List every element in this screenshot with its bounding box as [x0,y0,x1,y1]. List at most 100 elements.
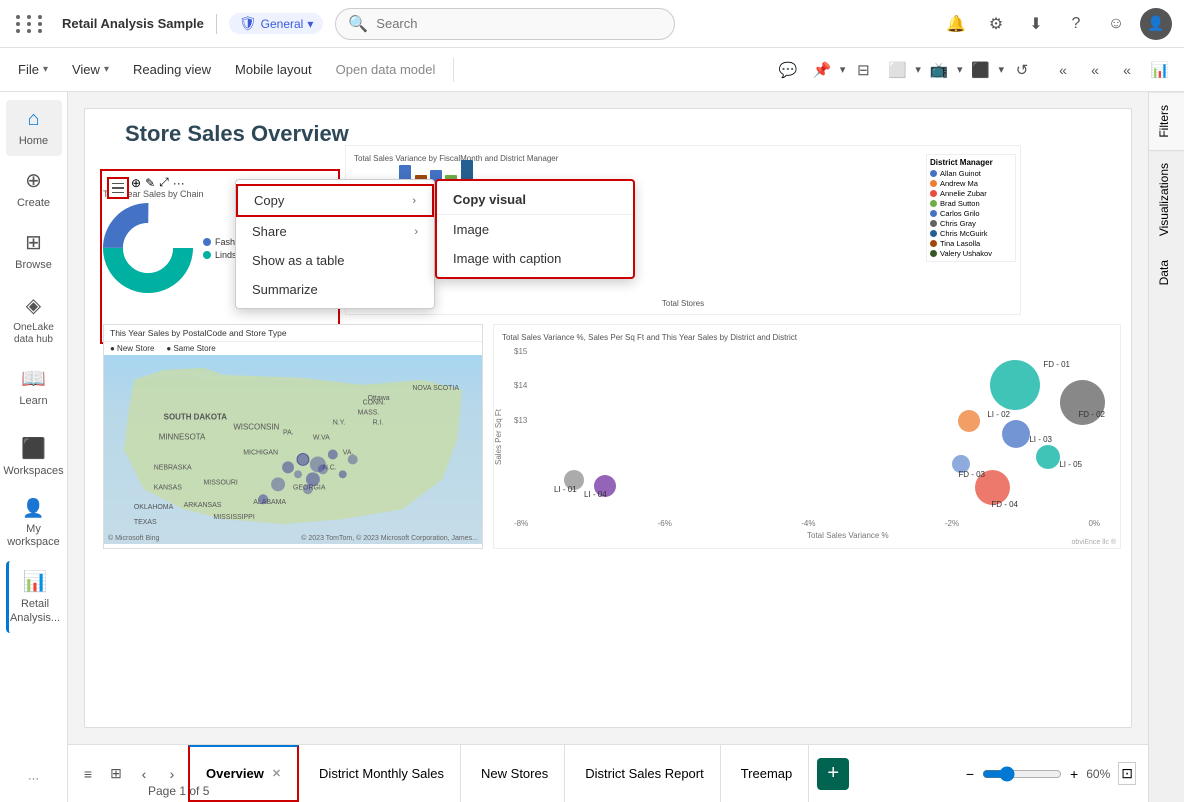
layout-icon[interactable]: ⬛ [964,54,996,86]
variance-legend: District Manager Allan Guinot Andrew Ma … [926,154,1016,262]
zoom-level-label: 60% [1086,767,1110,781]
sidebar-item-workspaces[interactable]: ⬛ Workspaces [6,428,62,486]
svg-text:KANSAS: KANSAS [154,484,183,491]
sidebar-item-myworkspace[interactable]: 👤 My workspace [6,490,62,557]
sidebar-item-learn[interactable]: 📖 Learn [6,358,62,416]
tab-treemap[interactable]: Treemap [725,745,810,802]
next-page-button[interactable]: › [160,762,184,786]
submenu-image-caption[interactable]: Image with caption [437,244,633,273]
view-menu-button[interactable]: View ▾ [62,58,119,81]
refresh-icon[interactable]: ↺ [1006,54,1038,86]
sidebar-item-label-myworkspace: My workspace [7,523,60,549]
app-launcher-icon[interactable] [12,11,50,37]
help-icon[interactable]: ? [1060,8,1092,40]
myworkspace-icon: 👤 [22,498,44,519]
main-content: ⌂ Home ⊕ Create ⊞ Browse ◈ OneLake data … [0,92,1184,802]
zoom-slider[interactable] [982,766,1062,782]
submenu-image[interactable]: Image [437,215,633,244]
page-grid-icon[interactable]: ⊞ [104,762,128,786]
mobile-layout-button[interactable]: Mobile layout [225,58,322,81]
zoom-plus-icon[interactable]: + [1070,766,1078,782]
y-axis-label: Sales Per Sq Ft [494,408,503,464]
visual-format-icon[interactable]: ⊕ [131,176,141,190]
svg-text:Ottawa: Ottawa [368,395,390,402]
sidebar-item-onelake[interactable]: ◈ OneLake data hub [6,285,62,354]
tv-chevron[interactable]: ▾ [957,63,963,76]
sidebar-item-more[interactable]: ··· [6,765,62,794]
notifications-icon[interactable]: 🔔 [940,8,972,40]
report-canvas: Store Sales Overview ⊕ ✎ ⤢ ··· [84,108,1132,728]
bubble-li04-label: LI - 04 [584,490,607,499]
obvience-watermark: obviEnce llc ® [1072,539,1116,546]
search-box[interactable]: 🔍 [335,8,675,40]
settings-icon[interactable]: ⚙ [980,8,1012,40]
legend-item-6: Chris McGuirk [940,229,988,238]
avatar[interactable]: 👤 [1140,8,1172,40]
visualizations-panel-tab[interactable]: Visualizations [1149,150,1184,248]
sidebar-item-label-browse: Browse [15,259,52,272]
download-icon[interactable]: ⬇ [1020,8,1052,40]
workspaces-icon: ⬛ [21,436,46,461]
svg-text:ARKANSAS: ARKANSAS [184,502,222,509]
sensitivity-badge[interactable]: 🛡 General ▾ [229,13,324,34]
collapse-middle-icon[interactable]: « [1080,55,1110,85]
legend-item-7: Tina Lasolla [940,239,980,248]
x-label-5: 0% [1088,519,1100,528]
prev-page-button[interactable]: ‹ [132,762,156,786]
collapse-right-icon[interactable]: « [1112,55,1142,85]
sidebar-item-home[interactable]: ⌂ Home [6,100,62,156]
sidebar-item-browse[interactable]: ⊞ Browse [6,222,62,280]
pin-chevron[interactable]: ▾ [840,63,846,76]
visual-icon[interactable]: ⬜ [881,54,913,86]
table-icon[interactable]: ⊟ [847,54,879,86]
search-input[interactable] [376,16,662,31]
sidebar-item-retail[interactable]: 📊 Retail Analysis... [6,561,62,632]
data-panel-tab[interactable]: Data [1149,248,1184,297]
divider [216,14,217,34]
tab-new-stores[interactable]: New Stores [465,745,565,802]
charts-panel-icon[interactable]: 📊 [1144,54,1176,86]
zoom-minus-icon[interactable]: − [966,766,974,782]
tv-icon[interactable]: 📺 [923,54,955,86]
add-page-button[interactable]: + [817,758,849,790]
fit-page-icon[interactable]: ⊡ [1118,762,1136,785]
reading-view-button[interactable]: Reading view [123,58,221,81]
visual-chevron[interactable]: ▾ [915,63,921,76]
chevron-right-icon: › [412,195,416,207]
sidebar-item-create[interactable]: ⊕ Create [6,160,62,218]
context-menu-show-table[interactable]: Show as a table [236,246,434,275]
tab-district-monthly[interactable]: District Monthly Sales [303,745,461,802]
visual-toolbar: ⊕ ✎ ⤢ ··· [131,175,185,190]
visual-more-icon[interactable]: ··· [173,176,185,190]
svg-text:WISCONSIN: WISCONSIN [233,423,279,432]
canvas-area: Store Sales Overview ⊕ ✎ ⤢ ··· [68,92,1148,744]
context-menu-share[interactable]: Share › [236,217,434,246]
visual-menu-button[interactable] [107,177,129,199]
comment-icon[interactable]: 💬 [772,54,804,86]
visual-edit-icon[interactable]: ✎ [145,176,155,190]
x-label-2: -6% [658,519,672,528]
page-list-icon[interactable]: ≡ [76,762,100,786]
context-menu-copy[interactable]: Copy › [236,184,434,217]
svg-text:OKLAHOMA: OKLAHOMA [134,504,174,511]
map-title: This Year Sales by PostalCode and Store … [104,325,482,342]
collapse-left-icon[interactable]: « [1048,55,1078,85]
pin-icon[interactable]: 📌 [806,54,838,86]
feedback-icon[interactable]: ☺ [1100,8,1132,40]
bubble-li03-label: LI - 03 [1029,435,1052,444]
visual-expand-icon[interactable]: ⤢ [159,175,169,190]
bubble-fd03-label: FD - 03 [958,470,985,479]
browse-icon: ⊞ [25,230,42,255]
tab-close-icon[interactable]: ✕ [272,767,281,780]
left-sidebar: ⌂ Home ⊕ Create ⊞ Browse ◈ OneLake data … [0,92,68,802]
bottom-bar: ≡ ⊞ ‹ › Overview ✕ District Monthly Sale… [68,744,1148,802]
open-data-model-button[interactable]: Open data model [326,58,446,81]
bubble-chart-title: Total Sales Variance %, Sales Per Sq Ft … [502,333,1112,342]
file-menu-button[interactable]: File ▾ [8,58,58,81]
context-menu-summarize[interactable]: Summarize [236,275,434,304]
topbar-icons: 🔔 ⚙ ⬇ ? ☺ 👤 [940,8,1172,40]
map-copyright: © 2023 TomTom, © 2023 Microsoft Corporat… [301,535,478,542]
tab-district-sales[interactable]: District Sales Report [569,745,720,802]
filters-panel-tab[interactable]: Filters [1149,92,1184,150]
layout-chevron[interactable]: ▾ [998,63,1004,76]
